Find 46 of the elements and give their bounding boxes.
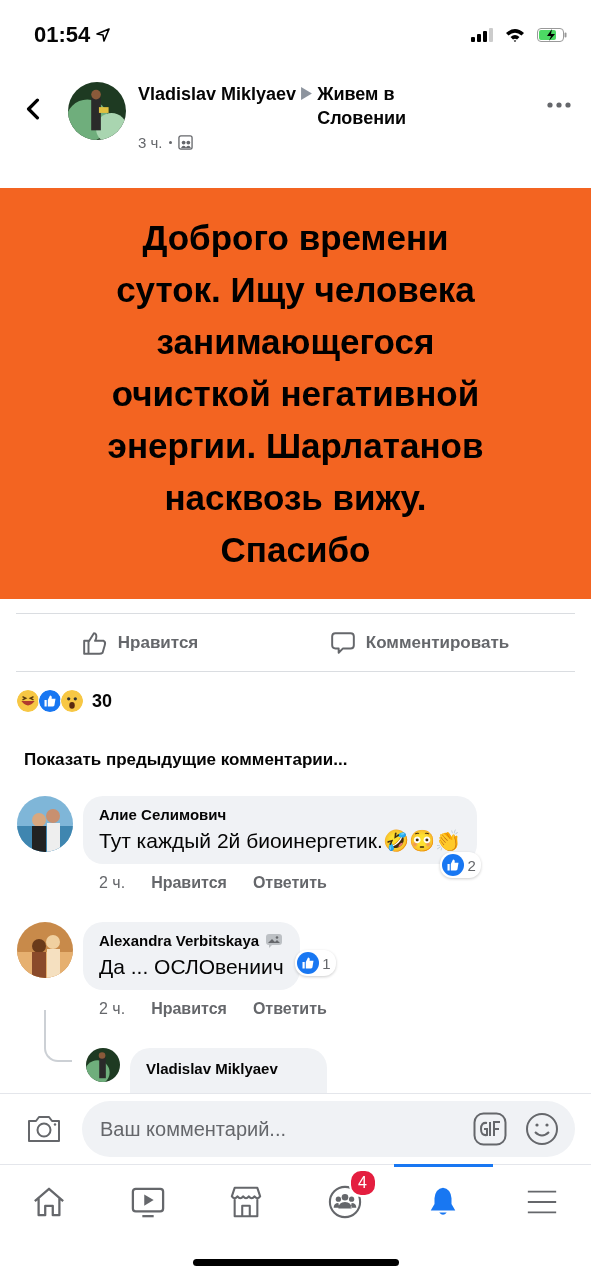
like-count: 1 bbox=[322, 954, 331, 972]
speech-bubble-icon bbox=[329, 629, 356, 656]
more-icon[interactable] bbox=[547, 102, 571, 108]
like-link[interactable]: Нравится bbox=[151, 1000, 227, 1018]
location-arrow-icon bbox=[96, 28, 111, 42]
thumbs-up-icon bbox=[81, 629, 108, 656]
wifi-icon bbox=[505, 28, 525, 42]
post-time: 3 ч. bbox=[138, 134, 163, 151]
action-button[interactable]: Нравится bbox=[71, 623, 209, 662]
show-previous-link[interactable]: Показать предыдущие комментарии... bbox=[0, 730, 591, 790]
thread-line bbox=[44, 1010, 72, 1062]
home-icon bbox=[32, 1185, 67, 1219]
action-button[interactable]: Комментировать bbox=[319, 623, 520, 662]
notification-badge: 4 bbox=[348, 1169, 377, 1197]
reply-link[interactable]: Ответить bbox=[252, 874, 327, 892]
video-icon bbox=[130, 1185, 165, 1219]
battery-charging-icon bbox=[537, 28, 567, 42]
reply-link[interactable]: Ответить bbox=[252, 1000, 327, 1018]
comment-time: 2 ч. bbox=[99, 1000, 126, 1018]
camera-icon[interactable] bbox=[26, 1114, 62, 1144]
group-name[interactable]: Живем в Словении bbox=[317, 82, 468, 130]
gif-icon[interactable] bbox=[473, 1112, 507, 1146]
group-icon bbox=[177, 135, 193, 150]
comment-field[interactable]: Ваш комментарий... bbox=[82, 1101, 575, 1157]
reaction-count[interactable]: 30 bbox=[92, 690, 113, 712]
commenter-name[interactable]: Vladislav Miklyaev bbox=[146, 1060, 311, 1077]
image-comment-icon bbox=[265, 932, 284, 949]
author-name[interactable]: Vladislav Miklyaev bbox=[138, 84, 297, 104]
comment-time: 2 ч. bbox=[99, 874, 126, 892]
post-text: Доброго времени суток. Ищу человека занимающегося очисткой негативной энергии. Шарлатанов насквозь вижу. Спасибо bbox=[106, 216, 485, 571]
comment-text: Да ... ОСЛОвениич bbox=[99, 955, 284, 979]
status-time: 01:54 bbox=[34, 22, 91, 48]
emoji-icon[interactable] bbox=[525, 1112, 559, 1146]
signal-icon bbox=[471, 28, 493, 42]
like-link[interactable]: Нравится bbox=[151, 874, 227, 892]
back-icon[interactable] bbox=[26, 98, 40, 120]
like-reaction-icon bbox=[38, 689, 62, 713]
tab[interactable]: 4 bbox=[295, 1164, 394, 1237]
commenter-name[interactable]: Алие Селимович bbox=[99, 806, 227, 823]
triangle-icon bbox=[301, 87, 313, 100]
shop-icon bbox=[229, 1185, 264, 1219]
commenter-name[interactable]: Alexandra Verbitskaya bbox=[99, 932, 260, 949]
laugh-reaction-icon bbox=[16, 689, 40, 713]
like-count: 2 bbox=[467, 856, 476, 874]
comment-text: Тут каждый 2й биоинергетик.🤣😳👏 bbox=[99, 829, 461, 853]
wow-reaction-icon bbox=[60, 689, 84, 713]
